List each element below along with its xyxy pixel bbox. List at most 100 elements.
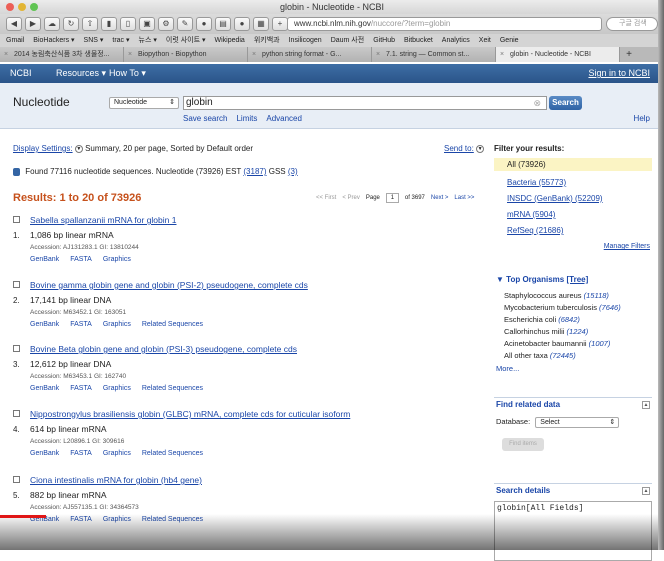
close-tab-icon[interactable]: × [4,47,8,62]
bookmark-item[interactable]: Xeit [479,34,491,47]
result-title-link[interactable]: Bovine gamma globin gene and globin (PSI… [30,280,308,290]
new-tab-icon[interactable]: + [272,17,288,31]
search-button[interactable]: Search [549,96,582,110]
browser-tab[interactable]: × Biopython - Biopython [124,47,248,62]
top-organisms-header[interactable]: ▼ Top Organisms [Tree] [494,273,652,287]
result-checkbox[interactable] [13,281,20,288]
forward-icon[interactable]: ▶ [25,17,41,31]
result-link[interactable]: GenBank [30,256,59,263]
display-settings-link[interactable]: Display Settings: [13,144,73,153]
organism-item[interactable]: Staphylococcus aureus (15118) [504,291,609,300]
pager-next[interactable]: Next > [431,195,449,201]
result-title-link[interactable]: Bovine Beta globin gene and globin (PSI-… [30,344,297,354]
result-link[interactable]: FASTA [70,385,92,392]
result-link[interactable]: FASTA [70,450,92,457]
bookmark-item[interactable]: Daum 사전 [331,34,365,47]
advanced-link[interactable]: Advanced [266,114,302,123]
bookmark-item[interactable]: Insilicogen [289,34,322,47]
organism-item[interactable]: Escherichia coli (6842) [504,315,580,324]
resources-menu[interactable]: Resources ▾ [56,64,106,83]
bookmark-item[interactable]: Genie [500,34,519,47]
result-link[interactable]: GenBank [30,321,59,328]
pager-last[interactable]: Last >> [454,195,474,201]
tree-link[interactable]: [Tree] [566,275,588,284]
result-checkbox[interactable] [13,476,20,483]
result-link[interactable]: GenBank [30,385,59,392]
filter-insdc[interactable]: INSDC (GenBank) (52209) [507,194,603,203]
bookmark-item[interactable]: SNS ▾ [84,34,104,47]
filter-refseq[interactable]: RefSeq (21686) [507,226,563,235]
bookmark-item[interactable]: Wikipedia [214,34,244,47]
share-icon[interactable]: ⇧ [82,17,98,31]
browser-tab[interactable]: × 2014 농림축산식품 3차 생물정... [0,47,124,62]
reload-icon[interactable]: ↻ [63,17,79,31]
cloud-icon[interactable]: ☁ [44,17,60,31]
window-controls[interactable] [6,3,38,11]
browser-search-input[interactable]: 구글 검색 [606,17,658,31]
more-organisms-link[interactable]: More... [496,364,519,373]
result-checkbox[interactable] [13,216,20,223]
result-link[interactable]: FASTA [70,256,92,263]
clear-icon[interactable]: ⊗ [533,97,541,109]
organism-item[interactable]: Acinetobacter baumannii (1007) [504,339,610,348]
filter-bacteria[interactable]: Bacteria (55773) [507,178,566,187]
browser-tab[interactable]: × python string format - G... [248,47,372,62]
result-link[interactable]: Related Sequences [142,450,203,457]
save-search-link[interactable]: Save search [183,114,227,123]
zoom-icon[interactable] [30,3,38,11]
chevron-up-icon[interactable]: ▲ [642,401,650,409]
tools-icon[interactable]: ✎ [177,17,193,31]
howto-menu[interactable]: How To ▾ [109,64,146,83]
send-to-link[interactable]: Send to: [444,144,474,153]
result-link[interactable]: Graphics [103,321,131,328]
close-tab-icon[interactable]: × [376,47,380,62]
send-to[interactable]: Send to: ▼ [444,144,485,153]
filter-mrna[interactable]: mRNA (5904) [507,210,555,219]
result-link[interactable]: GenBank [30,450,59,457]
manage-filters-link[interactable]: Manage Filters [604,243,650,250]
bookmark-item[interactable]: trac ▾ [112,34,129,47]
result-title-link[interactable]: Ciona intestinalis mRNA for globin (hb4 … [30,475,202,485]
close-tab-icon[interactable]: × [252,47,256,62]
help-link[interactable]: Help [634,114,650,123]
address-bar[interactable]: www.ncbi.nlm.nih.gov/nuccore/?term=globi… [287,17,602,31]
bookmark-item[interactable]: 뉴스 ▾ [139,34,157,47]
browser-tab[interactable]: × globin - Nucleotide - NCBI [496,47,620,62]
result-link[interactable]: Graphics [103,385,131,392]
close-tab-icon[interactable]: × [128,47,132,62]
close-tab-icon[interactable]: × [500,47,504,62]
filter-all[interactable]: All (73926) [494,158,652,171]
search-input[interactable]: globin ⊗ [183,96,547,110]
chevron-down-icon[interactable]: ▼ [74,144,83,153]
page-number-input[interactable]: 1 [385,193,399,203]
pager-first[interactable]: << First [316,195,336,201]
browser-tab[interactable]: × 7.1. string — Common st... [372,47,496,62]
bookmark-item[interactable]: 이럿 사이트 ▾ [166,34,206,47]
chevron-down-icon[interactable]: ▼ [476,144,485,153]
result-title-link[interactable]: Sabella spallanzanii mRNA for globin 1 [30,215,176,225]
found-est-link[interactable]: (3187) [243,167,266,176]
result-link[interactable]: Graphics [103,450,131,457]
pager-prev[interactable]: < Prev [342,195,360,201]
search-details-header[interactable]: Search details ▲ [494,483,652,497]
database-select[interactable]: Nucleotide ⇕ [109,97,179,109]
related-database-select[interactable]: Select ⇕ [535,417,620,428]
screenshot-icon[interactable]: ▤ [215,17,231,31]
organism-item[interactable]: All other taxa (72445) [504,351,576,360]
find-related-header[interactable]: Find related data ▲ [494,397,652,411]
settings-icon[interactable]: ⚙ [158,17,174,31]
video-progress-bar[interactable] [0,515,46,518]
result-link[interactable]: Related Sequences [142,321,203,328]
found-gss-link[interactable]: (3) [288,167,298,176]
result-checkbox[interactable] [13,345,20,352]
bookmark-item[interactable]: 위키백과 [254,34,280,47]
result-link[interactable]: Graphics [103,256,131,263]
chevron-up-icon[interactable]: ▲ [642,487,650,495]
organism-item[interactable]: Callorhinchus milii (1224) [504,327,588,336]
result-checkbox[interactable] [13,410,20,417]
find-items-button[interactable]: Find items [502,438,544,451]
result-title-link[interactable]: Nippostrongylus brasiliensis globin (GLB… [30,409,350,419]
bookmark-item[interactable]: Gmail [6,34,24,47]
result-link[interactable]: Related Sequences [142,385,203,392]
close-icon[interactable] [6,3,14,11]
